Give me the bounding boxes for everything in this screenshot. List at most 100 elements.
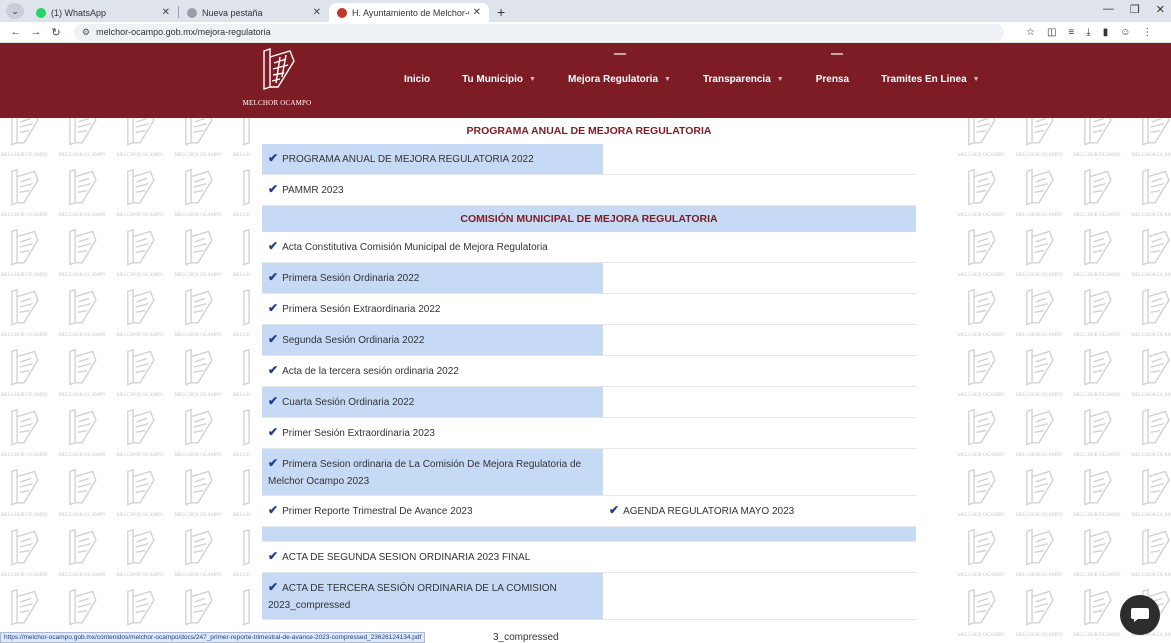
document-link-cell[interactable]: ✔ Primera Sesión Extraordinaria 2022	[262, 294, 603, 324]
pattern-emblem-icon	[1026, 408, 1054, 446]
document-link-cell[interactable]: ✔ Acta de la tercera sesión ordinaria 202…	[262, 356, 603, 386]
pattern-text: MELCHOR OCAMPO	[1073, 333, 1121, 338]
pattern-emblem-icon	[968, 118, 996, 146]
pattern-text: MELCHOR OCAMPO	[957, 573, 1005, 578]
nav-mejora-regulatoria[interactable]: Mejora Regulatoria ▼	[568, 53, 671, 85]
close-window-icon[interactable]: ✕	[1156, 3, 1165, 16]
document-link-cell[interactable]: ✔ ACTA DE TERCERA SESIÓN ORDINARIA DE LA …	[262, 573, 603, 619]
download-icon[interactable]: ⤓	[1086, 27, 1090, 38]
nav-tramites-en-linea[interactable]: Tramites En Linea ▼	[881, 74, 980, 85]
restore-icon[interactable]: ❐	[1130, 3, 1140, 16]
pattern-emblem-icon	[1084, 528, 1112, 566]
side-panel-icon[interactable]: ▮	[1103, 27, 1109, 38]
logo-text: MELCHOR OCAMPO	[242, 99, 312, 107]
pattern-emblem-icon	[127, 168, 155, 206]
pattern-tile: MELCHOR OCAMPO	[1011, 348, 1067, 410]
document-link[interactable]: ✔ Acta Constitutiva Comisión Municipal de…	[268, 238, 548, 256]
document-link-cell[interactable]: ✔ PAMMR 2023	[262, 175, 603, 205]
reload-icon[interactable]: ↻	[48, 26, 64, 39]
tab-whatsapp[interactable]: (1) WhatsApp ✕	[28, 3, 178, 22]
document-link[interactable]: ✔ Primera Sesión Extraordinaria 2022	[268, 300, 440, 318]
menu-icon[interactable]: ⋮	[1142, 27, 1152, 38]
pattern-tile: MELCHOR OCAMPO	[54, 118, 110, 170]
new-tab-button[interactable]: +	[497, 4, 505, 20]
tab-ayuntamiento[interactable]: H. Ayuntamiento de Melchor-O ✕	[329, 3, 489, 22]
chat-button[interactable]	[1120, 595, 1160, 635]
pattern-tile: MELCHOR OCAMPO	[0, 348, 52, 410]
document-link[interactable]: ✔ Primera Sesion ordinaria de La Comisión…	[268, 455, 597, 490]
document-link-cell[interactable]: ✔ Primer Reporte Trimestral De Avance 202…	[262, 496, 603, 526]
profile-icon[interactable]: ☺	[1120, 27, 1130, 38]
pattern-emblem-icon	[69, 288, 97, 326]
minimize-icon[interactable]: —	[1103, 3, 1114, 16]
pattern-emblem-icon	[185, 468, 213, 506]
document-link-cell[interactable]: ✔ Cuarta Sesión Ordinaria 2022	[262, 387, 603, 417]
pattern-text: MELCHOR OCAMPO	[1131, 573, 1171, 578]
document-link-cell[interactable]: ✔ ACTA DE SEGUNDA SESION ORDINARIA 2023 F…	[262, 542, 603, 572]
document-link-cell[interactable]: ✔ PROGRAMA ANUAL DE MEJORA REGULATORIA 20…	[262, 144, 603, 174]
reading-list-icon[interactable]: ≡	[1068, 27, 1074, 38]
pattern-text: MELCHOR OCAMPO	[1015, 213, 1063, 218]
document-link[interactable]: ✔ PAMMR 2023	[268, 181, 344, 199]
checkmark-icon: ✔	[268, 182, 279, 196]
document-link[interactable]: ✔ Segunda Sesión Ordinaria 2022	[268, 331, 424, 349]
site-logo[interactable]: MELCHOR OCAMPO	[238, 47, 316, 115]
pattern-text: MELCHOR OCAMPO	[232, 333, 250, 338]
document-link[interactable]: ✔ ACTA DE TERCERA SESIÓN ORDINARIA DE LA …	[268, 579, 597, 614]
pattern-tile: MELCHOR OCAMPO	[228, 288, 250, 350]
pattern-emblem-icon	[243, 588, 250, 626]
document-link[interactable]: ✔ Primera Sesión Ordinaria 2022	[268, 269, 419, 287]
tab-close-icon[interactable]: ✕	[313, 7, 321, 18]
nav-active-bar	[614, 53, 627, 55]
document-link-cell-right	[603, 232, 916, 262]
nav-inicio[interactable]: Inicio	[404, 74, 430, 85]
pattern-tile: MELCHOR OCAMPO	[1011, 468, 1067, 530]
list-row: ✔ Primera Sesion ordinaria de La Comisión…	[262, 449, 916, 496]
pattern-text: MELCHOR OCAMPO	[232, 513, 250, 518]
document-link-cell-right	[603, 418, 916, 448]
extensions-icon[interactable]: ◫	[1047, 27, 1056, 38]
document-link[interactable]: ✔ AGENDA REGULATORIA MAYO 2023	[609, 502, 794, 520]
document-link-cell[interactable]: ✔ Primer Sesión Extraordinaria 2023	[262, 418, 603, 448]
document-link[interactable]: ✔ Primer Reporte Trimestral De Avance 202…	[268, 502, 473, 520]
tab-close-icon[interactable]: ✕	[162, 7, 170, 18]
tab-close-icon[interactable]: ✕	[473, 7, 481, 18]
document-link-cell[interactable]: ✔ Primera Sesión Ordinaria 2022	[262, 263, 603, 293]
partial-link-text[interactable]: 3_compressed	[493, 632, 559, 643]
document-link[interactable]: ✔ Primer Sesión Extraordinaria 2023	[268, 424, 435, 442]
pattern-text: MELCHOR OCAMPO	[174, 453, 222, 458]
address-bar: ← → ↻ ⚙ melchor-ocampo.gob.mx/mejora-reg…	[0, 22, 1171, 43]
document-link-cell[interactable]: ✔ Primera Sesion ordinaria de La Comisión…	[262, 449, 603, 495]
tab-new-tab[interactable]: Nueva pestaña ✕	[179, 3, 329, 22]
document-link[interactable]: ✔ Cuarta Sesión Ordinaria 2022	[268, 393, 414, 411]
url-input[interactable]: ⚙ melchor-ocampo.gob.mx/mejora-regulator…	[74, 23, 1004, 41]
back-icon[interactable]: ←	[8, 26, 24, 38]
document-link[interactable]: ✔ PROGRAMA ANUAL DE MEJORA REGULATORIA 20…	[268, 150, 534, 168]
document-link-cell-right	[603, 356, 916, 386]
pattern-emblem-icon	[127, 228, 155, 266]
nav-prensa[interactable]: Prensa	[816, 53, 849, 85]
document-link-cell-right[interactable]: ✔ AGENDA REGULATORIA MAYO 2023	[603, 496, 916, 526]
tab-search-icon[interactable]: ⌄	[6, 3, 24, 19]
pattern-text: MELCHOR OCAMPO	[1131, 273, 1171, 278]
nav-transparencia[interactable]: Transparencia ▼	[703, 74, 784, 85]
document-link[interactable]: ✔ Acta de la tercera sesión ordinaria 202…	[268, 362, 459, 380]
bookmark-star-icon[interactable]: ☆	[1026, 27, 1035, 38]
document-link-label: PAMMR 2023	[282, 185, 344, 196]
section-title-programa: PROGRAMA ANUAL DE MEJORA REGULATORIA	[466, 125, 712, 137]
document-link-label: AGENDA REGULATORIA MAYO 2023	[623, 506, 795, 517]
link-status-bar: https://melchor-ocampo.gob.mx/contenidos…	[0, 632, 426, 643]
pattern-emblem-icon	[1026, 118, 1054, 146]
document-link-cell[interactable]: ✔ Acta Constitutiva Comisión Municipal de…	[262, 232, 603, 262]
document-link-label: ACTA DE TERCERA SESIÓN ORDINARIA DE LA C…	[268, 582, 557, 611]
forward-icon[interactable]: →	[28, 26, 44, 38]
site-info-icon[interactable]: ⚙	[82, 27, 90, 38]
document-link-cell[interactable]: ✔ Segunda Sesión Ordinaria 2022	[262, 325, 603, 355]
nav-tu-municipio[interactable]: Tu Municipio ▼	[462, 74, 536, 85]
checkmark-icon: ✔	[268, 363, 279, 377]
pattern-emblem-icon	[243, 468, 250, 506]
pattern-text: MELCHOR OCAMPO	[1015, 333, 1063, 338]
document-link[interactable]: ✔ ACTA DE SEGUNDA SESION ORDINARIA 2023 F…	[268, 548, 530, 566]
pattern-text: MELCHOR OCAMPO	[58, 573, 106, 578]
pattern-tile: MELCHOR OCAMPO	[0, 468, 52, 530]
